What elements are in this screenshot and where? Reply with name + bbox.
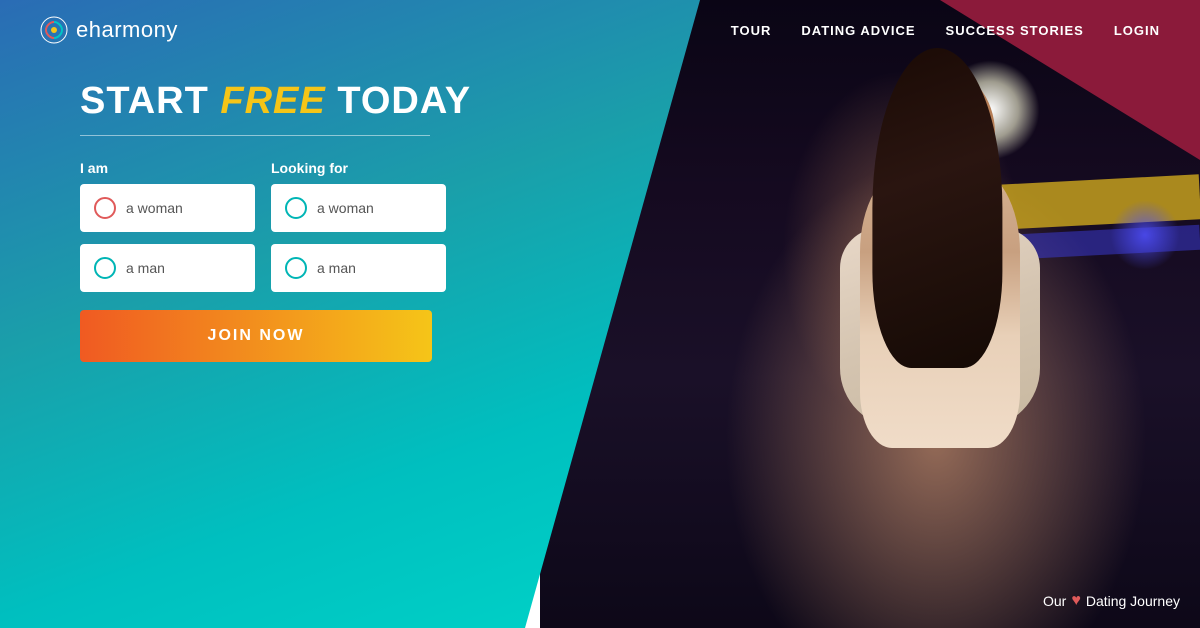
nav-login[interactable]: LOGIN (1114, 23, 1160, 38)
lf-man-option[interactable]: a man (271, 244, 446, 292)
photo-glow-blue (1110, 200, 1180, 270)
watermark: Our ♥ Dating Journey (1043, 592, 1180, 610)
logo-area: eharmony (40, 16, 178, 44)
join-now-button[interactable]: JOIN NOW (80, 310, 432, 362)
nav-dating-advice[interactable]: DATING ADVICE (801, 23, 915, 38)
iam-woman-option[interactable]: a woman (80, 184, 255, 232)
page-wrapper: eharmony TOUR DATING ADVICE SUCCESS STOR… (0, 0, 1200, 628)
iam-man-label: a man (126, 260, 165, 276)
watermark-prefix: Our (1043, 593, 1066, 609)
iam-woman-label: a woman (126, 200, 183, 216)
iam-man-radio (94, 257, 116, 279)
lf-woman-label: a woman (317, 200, 374, 216)
headline-end: TODAY (326, 80, 471, 122)
logo-icon (40, 16, 68, 44)
hero-content: START free TODAY I am Looking for a woma… (80, 80, 540, 362)
nav-tour[interactable]: TOUR (731, 23, 772, 38)
lf-woman-radio (285, 197, 307, 219)
header: eharmony TOUR DATING ADVICE SUCCESS STOR… (0, 0, 1200, 60)
radio-row-man: a man a man (80, 244, 540, 292)
lf-woman-option[interactable]: a woman (271, 184, 446, 232)
iam-man-option[interactable]: a man (80, 244, 255, 292)
iam-woman-radio (94, 197, 116, 219)
nav-links: TOUR DATING ADVICE SUCCESS STORIES LOGIN (731, 23, 1160, 38)
headline-start: START (80, 80, 220, 122)
watermark-heart-icon: ♥ (1071, 592, 1081, 610)
form-labels-row: I am Looking for (80, 160, 540, 176)
watermark-suffix: Dating Journey (1086, 593, 1180, 609)
nav-success-stories[interactable]: SUCCESS STORIES (946, 23, 1084, 38)
lf-man-label: a man (317, 260, 356, 276)
i-am-label: I am (80, 160, 255, 176)
looking-for-label: Looking for (271, 160, 446, 176)
logo-text: eharmony (76, 17, 178, 43)
headline-free: free (220, 80, 325, 122)
radio-row-woman: a woman a woman (80, 184, 540, 232)
lf-man-radio (285, 257, 307, 279)
headline-divider (80, 135, 430, 136)
signup-form: I am Looking for a woman a woman a man (80, 160, 540, 362)
headline: START free TODAY (80, 80, 540, 123)
